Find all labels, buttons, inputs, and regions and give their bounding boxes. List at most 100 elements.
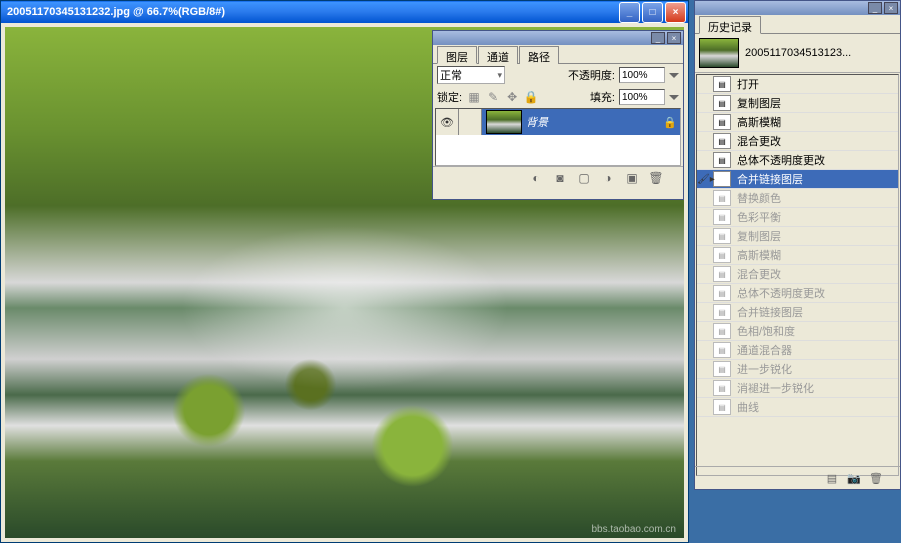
layer-thumbnail[interactable] xyxy=(486,110,522,134)
panel-close-button[interactable]: × xyxy=(667,32,681,44)
lock-icon: 🔒 xyxy=(660,116,680,129)
tab-channels[interactable]: 通道 xyxy=(478,46,518,64)
new-layer-icon[interactable]: ▣ xyxy=(623,169,641,187)
history-step-icon: ▤ xyxy=(713,361,731,377)
history-item-label: 色相/饱和度 xyxy=(737,323,795,339)
history-item-label: 总体不透明度更改 xyxy=(737,285,825,301)
layers-panel: _ × 图层 通道 路径 正常 不透明度: 100% 锁定: ▦ ✎ ✥ 🔒 填… xyxy=(432,30,684,200)
fill-value[interactable]: 100% xyxy=(619,89,665,105)
history-item[interactable]: ▤打开 xyxy=(697,75,898,94)
history-item[interactable]: ▤ 通道混合器 xyxy=(697,341,898,360)
tab-paths[interactable]: 路径 xyxy=(519,46,559,64)
history-step-icon: ▤ xyxy=(713,95,731,111)
history-item[interactable]: ▤ 曲线 xyxy=(697,398,898,417)
history-step-icon: ▤ xyxy=(713,171,731,187)
history-item-label: 通道混合器 xyxy=(737,342,792,358)
watermark: bbs.taobao.com.cn xyxy=(592,524,677,535)
history-step-icon: ▤ xyxy=(713,209,731,225)
history-buttons: ▤ 📷 🗑 xyxy=(695,466,900,489)
lock-all-icon[interactable]: 🔒 xyxy=(523,89,539,105)
layer-row[interactable]: 👁 背景 🔒 xyxy=(436,109,680,135)
history-step-icon: ▤ xyxy=(713,399,731,415)
layer-mask-icon[interactable]: ◙ xyxy=(551,169,569,187)
history-item[interactable]: ▤替换颜色 xyxy=(697,189,898,208)
history-item-label: 合并链接图层 xyxy=(737,304,803,320)
panel-minimize-button[interactable]: _ xyxy=(651,32,665,44)
snapshot-name: 2005117034513123... xyxy=(745,47,851,59)
history-snapshot[interactable]: 2005117034513123... xyxy=(695,34,900,73)
history-item[interactable]: ▤高斯模糊 xyxy=(697,113,898,132)
tab-layers[interactable]: 图层 xyxy=(437,46,477,64)
history-item[interactable]: ▤合并链接图层 xyxy=(697,303,898,322)
history-item[interactable]: ▤ 总体不透明度更改 xyxy=(697,284,898,303)
lock-pixels-icon[interactable]: ✎ xyxy=(485,89,501,105)
maximize-button[interactable]: □ xyxy=(642,2,663,23)
adjustment-layer-icon[interactable]: ◑ xyxy=(599,169,617,187)
history-item[interactable]: ▤ 消褪进一步锐化 xyxy=(697,379,898,398)
opacity-label: 不透明度: xyxy=(568,67,615,83)
layer-name: 背景 xyxy=(526,114,660,130)
history-item[interactable]: ▤ 混合更改 xyxy=(697,265,898,284)
new-document-icon[interactable]: ▤ xyxy=(824,470,840,486)
link-column[interactable] xyxy=(459,109,482,135)
history-item-label: 色彩平衡 xyxy=(737,209,781,225)
history-item[interactable]: ▤ 进一步锐化 xyxy=(697,360,898,379)
history-item-label: 进一步锐化 xyxy=(737,361,792,377)
blend-row: 正常 不透明度: 100% xyxy=(433,64,683,86)
close-button[interactable]: × xyxy=(665,2,686,23)
blend-mode-select[interactable]: 正常 xyxy=(437,66,505,84)
history-item-label: 曲线 xyxy=(737,399,759,415)
minimize-button[interactable]: _ xyxy=(619,2,640,23)
layer-style-icon[interactable]: ◐ xyxy=(527,169,545,187)
history-item[interactable]: ▤ 总体不透明度更改 xyxy=(697,151,898,170)
history-item-label: 高斯模糊 xyxy=(737,247,781,263)
document-titlebar[interactable]: 20051170345131232.jpg @ 66.7%(RGB/8#) _ … xyxy=(1,1,688,23)
layer-list: 👁 背景 🔒 xyxy=(435,108,681,166)
opacity-slider-icon[interactable] xyxy=(669,73,679,78)
delete-layer-icon[interactable]: 🗑 xyxy=(647,169,665,187)
history-item-label: 合并链接图层 xyxy=(737,171,803,187)
history-titlebar[interactable]: _ × xyxy=(695,1,900,15)
history-item[interactable]: 🖌▸▤ 合并链接图层 xyxy=(697,170,898,189)
history-step-icon: ▤ xyxy=(713,133,731,149)
history-list: ▤打开▤复制图层▤高斯模糊▤混合更改▤总体不透明度更改🖌▸▤合并链接图层▤替换颜… xyxy=(696,74,899,476)
history-item[interactable]: ▤复制图层 xyxy=(697,227,898,246)
history-item[interactable]: ▤高斯模糊 xyxy=(697,246,898,265)
history-close-button[interactable]: × xyxy=(884,2,898,14)
tab-history[interactable]: 历史记录 xyxy=(699,16,761,34)
history-item-label: 混合更改 xyxy=(737,133,781,149)
history-step-icon: ▤ xyxy=(713,342,731,358)
history-step-icon: ▤ xyxy=(713,323,731,339)
new-snapshot-icon[interactable]: 📷 xyxy=(846,470,862,486)
history-step-icon: ▤ xyxy=(713,152,731,168)
history-step-icon: ▤ xyxy=(713,228,731,244)
lock-transparent-icon[interactable]: ▦ xyxy=(466,89,482,105)
fill-slider-icon[interactable] xyxy=(669,95,679,100)
opacity-value[interactable]: 100% xyxy=(619,67,665,83)
history-item-label: 消褪进一步锐化 xyxy=(737,380,814,396)
history-tabs: 历史记录 xyxy=(695,15,900,34)
history-item-label: 替换颜色 xyxy=(737,190,781,206)
history-item-label: 混合更改 xyxy=(737,266,781,282)
delete-state-icon[interactable]: 🗑 xyxy=(868,470,884,486)
history-item[interactable]: ▤ 复制图层 xyxy=(697,94,898,113)
history-panel: _ × 历史记录 2005117034513123... ▤打开▤复制图层▤高斯… xyxy=(694,0,901,490)
history-item[interactable]: ▤ 色相/饱和度 xyxy=(697,322,898,341)
lock-position-icon[interactable]: ✥ xyxy=(504,89,520,105)
history-item-label: 复制图层 xyxy=(737,95,781,111)
panel-titlebar[interactable]: _ × xyxy=(433,31,683,45)
visibility-icon[interactable]: 👁 xyxy=(436,109,459,135)
history-minimize-button[interactable]: _ xyxy=(868,2,882,14)
new-set-icon[interactable]: ▢ xyxy=(575,169,593,187)
history-item-label: 总体不透明度更改 xyxy=(737,152,825,168)
panel-tabs: 图层 通道 路径 xyxy=(433,45,683,64)
snapshot-thumbnail xyxy=(699,38,739,68)
history-brush-icon: 🖌▸ xyxy=(697,174,715,185)
lock-row: 锁定: ▦ ✎ ✥ 🔒 填充: 100% xyxy=(433,86,683,108)
history-step-icon: ▤ xyxy=(713,380,731,396)
history-item[interactable]: ▤ 色彩平衡 xyxy=(697,208,898,227)
history-step-icon: ▤ xyxy=(713,266,731,282)
history-item[interactable]: ▤ 混合更改 xyxy=(697,132,898,151)
history-step-icon: ▤ xyxy=(713,285,731,301)
lock-label: 锁定: xyxy=(437,89,462,105)
